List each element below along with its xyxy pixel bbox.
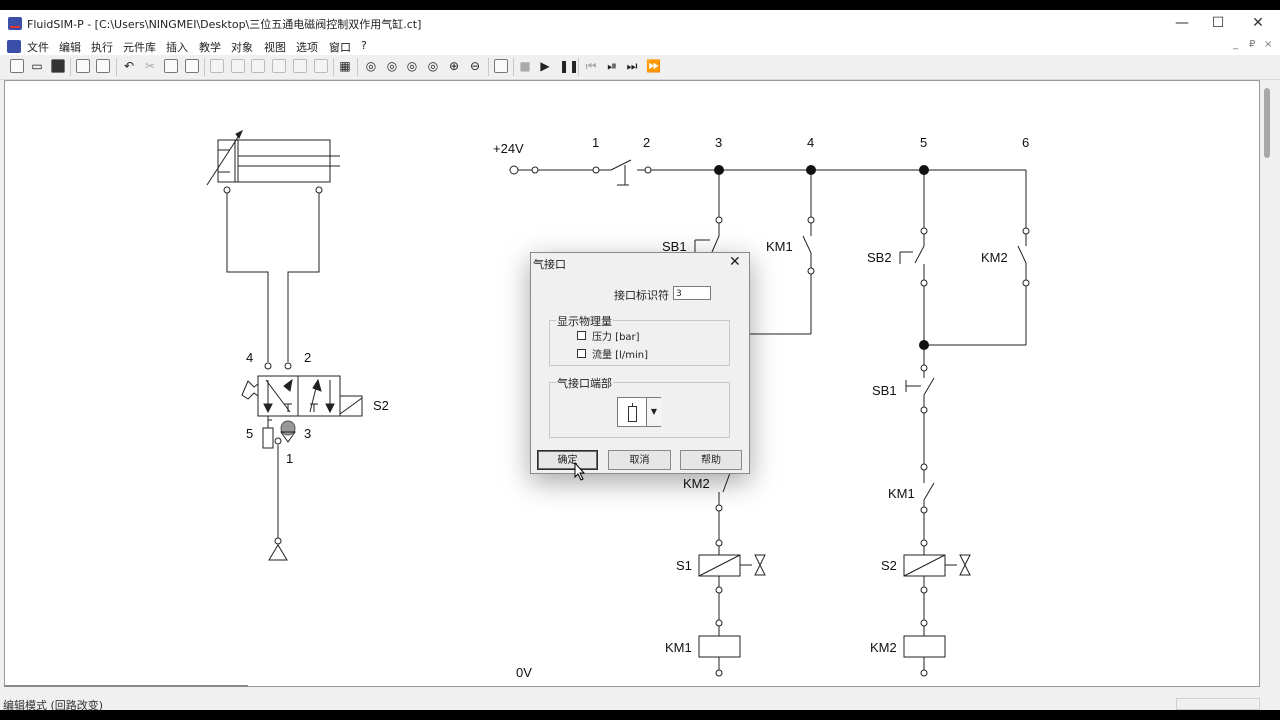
km1-lower-label: KM1 [888,486,915,501]
physical-quantities-group: 显示物理量 压力 [bar] 流量 [l/min] [549,313,730,366]
s2-label: S2 [881,558,897,573]
km1-upper-label: KM1 [766,239,793,254]
physical-quantities-group-title: 显示物理量 [556,313,613,329]
dropdown-arrow-icon[interactable]: ▼ [646,398,661,426]
ok-button[interactable]: 确定 [537,450,598,470]
valve-port-5-label: 5 [246,426,254,441]
valve-port-3-label: 3 [304,426,312,441]
pressure-checkbox[interactable] [577,331,586,340]
valve-flow-arrows [263,378,335,414]
cylinder-adjust-arrow [235,129,243,139]
km2-upper-label: KM2 [981,250,1008,265]
terminal-symbol-icon [628,403,637,422]
valve-port-2-label: 2 [304,350,312,365]
sb1-lower-label: SB1 [872,383,897,398]
node-label-5: 5 [920,135,928,150]
identifier-input[interactable]: 3 [673,286,711,300]
node-label-1: 1 [592,135,600,150]
valve-port-1-label: 1 [286,451,294,466]
node-label-3: 3 [715,135,723,150]
km2-lower-label: KM2 [683,476,710,491]
valve-solenoid-label: S2 [373,398,389,413]
terminal-type-dropdown[interactable]: ▼ [617,397,661,427]
km1-coil-label: KM1 [665,640,692,655]
node-label-4: 4 [807,135,815,150]
node-label-6: 6 [1022,135,1030,150]
dialog-close-button[interactable]: ✕ [729,254,741,270]
cancel-button[interactable]: 取消 [608,450,671,470]
valve-port-4-label: 4 [246,350,254,365]
dialog-title: 气接口 [533,258,566,271]
pneumatic-lines [226,193,320,538]
exhaust-muffler-icon [280,420,296,436]
identifier-label: 接口标识符 [614,289,669,302]
five-three-solenoid-valve[interactable] [241,375,363,417]
pressure-label[interactable]: 压力 [bar] [592,328,640,343]
flow-label[interactable]: 流量 [l/min] [592,346,648,361]
node-label-2: 2 [643,135,651,150]
sb2-label: SB2 [867,250,892,265]
supply-label: +24V [493,141,524,156]
km2-coil-label: KM2 [870,640,897,655]
mouse-cursor-icon [574,462,586,481]
s1-label: S1 [676,558,692,573]
help-button[interactable]: 帮助 [680,450,742,470]
air-supply-icon [268,544,288,561]
double-acting-cylinder[interactable] [206,130,340,194]
port-properties-dialog: 气接口 ✕ 接口标识符 3 显示物理量 压力 [bar] 流量 [l/min] … [530,252,750,474]
port-terminal-group-title: 气接口端部 [556,375,613,391]
flow-checkbox[interactable] [577,349,586,358]
exhaust-silencer [262,416,274,449]
ground-label: 0V [516,665,532,680]
